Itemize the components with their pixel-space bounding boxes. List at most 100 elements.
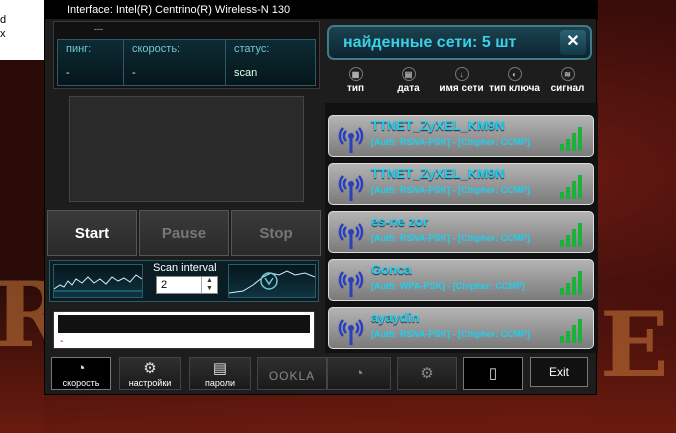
signal-graph	[228, 264, 316, 298]
network-name: es-ne zor	[371, 214, 429, 229]
file-icon: ▯	[488, 365, 498, 382]
column-label: тип	[346, 83, 365, 94]
column-network-name[interactable]: ↓ имя сети	[435, 67, 488, 101]
network-row[interactable]: TTNET_ZyXEL_KM9N [Auth: RSNA-PSK] - [Chip…	[328, 115, 594, 157]
antenna-icon	[338, 175, 364, 201]
network-row[interactable]: ayaydin [Auth: RSNA-PSK] - [Chipher: CCMP…	[328, 307, 594, 349]
scan-controls: Start Pause Stop	[47, 210, 321, 256]
signal-icon: ≋	[560, 67, 575, 81]
network-auth: [Auth: WPA-PSK] - [Chipher: CCMP]	[371, 281, 525, 291]
status-cell: статус: scan	[226, 40, 317, 85]
signal-strength-icon	[560, 271, 582, 295]
signal-wave-icon	[228, 270, 316, 294]
signal-strength-icon	[560, 319, 582, 343]
scan-interval-value: 2	[161, 279, 168, 291]
window-title: Interface: Intel(R) Centrino(R) Wireless…	[45, 1, 598, 19]
document-icon: ▤	[212, 360, 228, 377]
column-label: дата	[397, 83, 420, 94]
antenna-icon	[338, 319, 364, 345]
status-value: scan	[234, 67, 258, 79]
scan-interval-label: Scan interval	[153, 262, 217, 274]
graph-display	[69, 96, 304, 202]
column-label: сигнал	[550, 83, 585, 94]
tools-icon[interactable]: ✕	[560, 30, 586, 55]
log-bar	[58, 315, 310, 333]
ookla-logo: OOKLA	[268, 369, 316, 383]
network-name: TTNET_ZyXEL_KM9N	[371, 118, 505, 133]
antenna-icon	[338, 127, 364, 153]
waveform-graph	[53, 264, 143, 298]
desktop-text: d	[0, 14, 7, 26]
network-name: ayaydin	[371, 310, 420, 325]
speedometer-icon: ◔	[76, 360, 86, 377]
connection-panel: --- пинг: - скорость: - статус: scan	[53, 21, 320, 89]
settings-button-label: настройки	[128, 378, 172, 388]
download-icon: ↓	[454, 67, 469, 81]
log-panel: -	[53, 311, 315, 349]
antenna-icon	[338, 223, 364, 249]
waveform-icon	[53, 274, 143, 292]
speedometer-icon: ◔	[354, 365, 364, 382]
column-label: имя сети	[439, 83, 484, 94]
passwords-button[interactable]: ▤ пароли	[189, 357, 251, 390]
ping-value: -	[66, 67, 70, 79]
speed-cell: скорость: -	[124, 40, 226, 85]
wifi-scanner-window: Interface: Intel(R) Centrino(R) Wireless…	[44, 0, 598, 395]
column-signal[interactable]: ≋ сигнал	[541, 67, 594, 101]
network-list: TTNET_ZyXEL_KM9N [Auth: RSNA-PSK] - [Chip…	[325, 103, 598, 353]
column-label: тип ключа	[489, 83, 540, 94]
found-label: найденные сети:	[343, 34, 478, 51]
network-auth: [Auth: RSNA-PSK] - [Chipher: CCMP]	[371, 233, 530, 243]
gear-icon: ⚙	[420, 365, 434, 382]
start-button[interactable]: Start	[47, 210, 137, 256]
log-line: -	[60, 336, 64, 347]
network-name: Gonca	[371, 262, 412, 277]
column-key-type[interactable]: ◐ тип ключа	[488, 67, 541, 101]
stepper-arrows-icon[interactable]: ▲ ▼	[201, 277, 217, 293]
network-row[interactable]: Gonca [Auth: WPA-PSK] - [Chipher: CCMP]	[328, 259, 594, 301]
wallpaper-letter: E	[600, 292, 669, 398]
network-row[interactable]: TTNET_ZyXEL_KM9N [Auth: RSNA-PSK] - [Chip…	[328, 163, 594, 205]
column-type[interactable]: ▦ тип	[329, 67, 382, 101]
found-networks-header: найденные сети: 5 шт ✕	[327, 25, 592, 60]
scan-interval-stepper[interactable]: 2 ▲ ▼	[156, 276, 218, 294]
column-headers: ▦ тип ▤ дата ↓ имя сети ◐ тип ключа ≋ сигнал	[329, 67, 594, 101]
grid-icon: ▦	[348, 67, 363, 81]
network-auth: [Auth: RSNA-PSK] - [Chipher: CCMP]	[371, 137, 530, 147]
ping-label: пинг:	[66, 43, 92, 55]
found-count: 5	[481, 34, 491, 51]
speed-value: -	[132, 67, 136, 79]
report-button[interactable]: ▯	[463, 357, 523, 390]
connection-stats: пинг: - скорость: - статус: scan	[57, 39, 316, 86]
network-auth: [Auth: RSNA-PSK] - [Chipher: CCMP]	[371, 185, 530, 195]
connection-name: ---	[94, 24, 103, 34]
settings-button[interactable]: ⚙ настройки	[119, 357, 181, 390]
speed-button-label: скорость	[62, 378, 100, 388]
options-button[interactable]: ⚙	[397, 357, 457, 390]
speed-label: скорость:	[132, 43, 181, 55]
lock-icon: ◐	[507, 67, 522, 81]
antenna-icon	[338, 271, 364, 297]
found-unit: шт	[495, 34, 517, 51]
desktop-text: x	[0, 28, 6, 40]
network-auth: [Auth: RSNA-PSK] - [Chipher: CCMP]	[371, 329, 530, 339]
ookla-button[interactable]: OOKLA	[257, 357, 327, 390]
network-row[interactable]: es-ne zor [Auth: RSNA-PSK] - [Chipher: CC…	[328, 211, 594, 253]
speed-button[interactable]: ◔ скорость	[51, 357, 111, 390]
signal-strength-icon	[560, 223, 582, 247]
signal-strength-icon	[560, 175, 582, 199]
speedtest-button[interactable]: ◔	[327, 357, 391, 390]
scan-interval-panel: Scan interval 2 ▲ ▼	[49, 260, 319, 302]
calendar-icon: ▤	[401, 67, 416, 81]
network-name: TTNET_ZyXEL_KM9N	[371, 166, 505, 181]
status-label: статус:	[234, 43, 270, 55]
passwords-button-label: пароли	[205, 378, 235, 388]
ping-cell: пинг: -	[58, 40, 124, 85]
signal-strength-icon	[560, 127, 582, 151]
pause-button[interactable]: Pause	[139, 210, 229, 256]
bottom-toolbar: ◔ скорость ⚙ настройки ▤ пароли OOKLA ◔ …	[47, 353, 596, 393]
gear-icon: ⚙	[143, 360, 157, 377]
column-date[interactable]: ▤ дата	[382, 67, 435, 101]
stop-button[interactable]: Stop	[231, 210, 321, 256]
exit-button[interactable]: Exit	[530, 357, 588, 387]
